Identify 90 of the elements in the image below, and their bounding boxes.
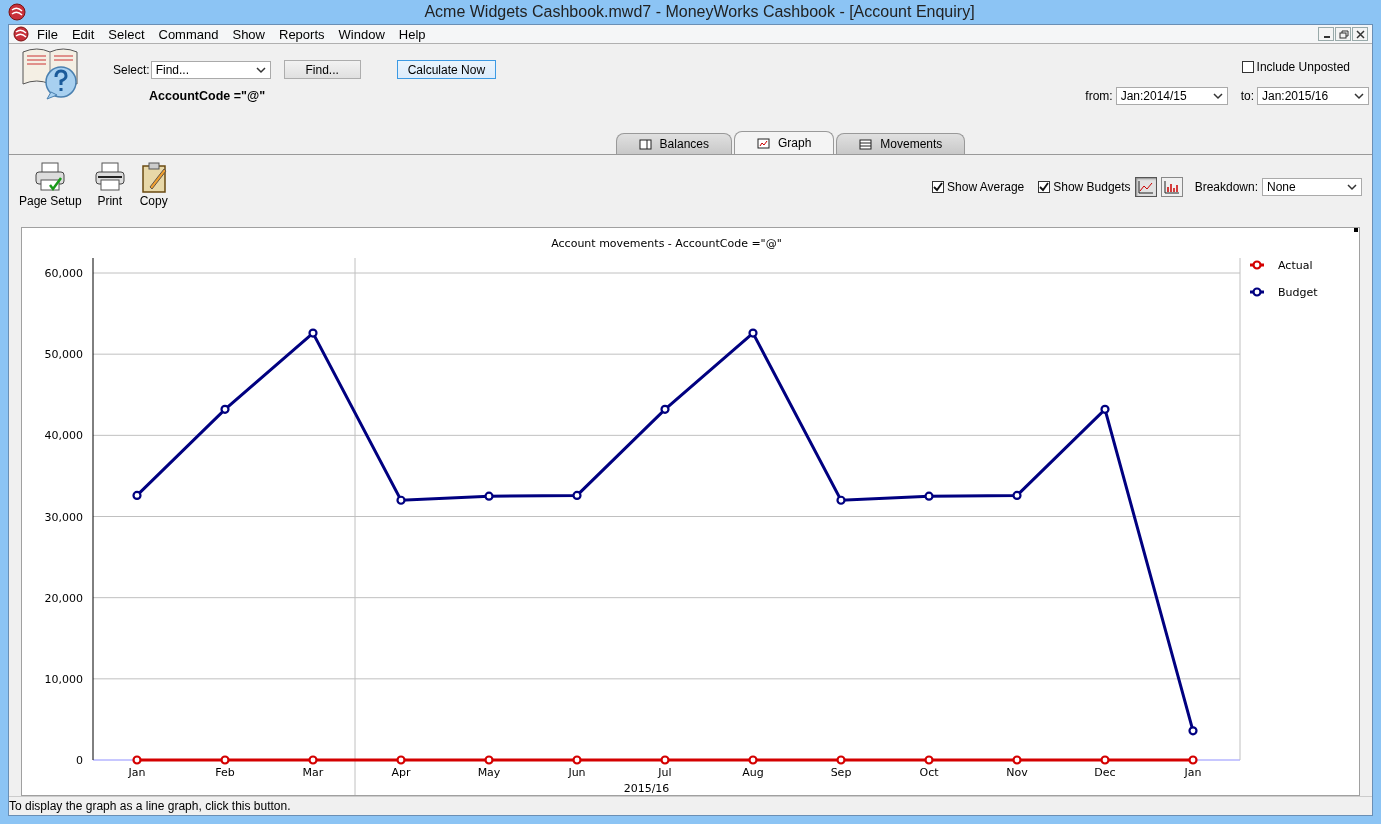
tab[interactable]: Graph xyxy=(734,131,835,154)
x-axis-label: Feb xyxy=(215,766,235,779)
x-axis-label: May xyxy=(477,766,501,779)
checkbox-label: Include Unposted xyxy=(1256,60,1350,74)
data-point xyxy=(572,755,582,765)
data-point xyxy=(836,495,846,505)
data-point xyxy=(572,490,582,500)
show-budgets-checkbox[interactable] xyxy=(1038,181,1051,193)
data-point xyxy=(748,755,758,765)
data-point xyxy=(396,755,406,765)
legend-label: Actual xyxy=(1278,259,1313,272)
y-axis-label: 50,000 xyxy=(44,348,83,362)
data-point xyxy=(132,490,142,500)
menu-item[interactable]: Edit xyxy=(65,26,101,42)
x-axis-label: Jan xyxy=(128,766,146,779)
data-point xyxy=(220,404,230,414)
legend-label: Budget xyxy=(1278,286,1318,299)
chart-icon xyxy=(757,137,770,149)
from-dropdown[interactable]: Jan:2014/15 xyxy=(1115,87,1228,105)
toolbar-button[interactable]: Page Setup xyxy=(17,161,84,208)
breakdown-label: Breakdown: xyxy=(1194,180,1258,194)
data-point xyxy=(1188,755,1198,765)
y-axis-label: 0 xyxy=(76,754,83,767)
x-axis-title: 2015/16 xyxy=(623,782,670,795)
data-point xyxy=(924,491,934,501)
chart-title: Account movements - AccountCode ="@" xyxy=(551,237,782,250)
tab[interactable]: Balances xyxy=(615,133,732,154)
from-label: from: xyxy=(1085,89,1113,103)
panel-icon xyxy=(859,138,873,150)
x-axis-label: Dec xyxy=(1094,766,1116,779)
y-axis-label: 60,000 xyxy=(44,267,83,280)
x-axis-label: Nov xyxy=(1006,766,1028,779)
tab[interactable]: Movements xyxy=(836,133,966,154)
y-axis-label: 30,000 xyxy=(44,510,83,524)
to-label: to: xyxy=(1240,89,1254,103)
select-dropdown[interactable]: Find... xyxy=(150,60,271,79)
data-point xyxy=(1188,726,1198,736)
printer-check-icon xyxy=(34,161,67,193)
data-point xyxy=(1100,755,1110,765)
menu-item[interactable]: Select xyxy=(102,26,151,42)
data-point xyxy=(924,755,934,765)
printer-icon xyxy=(93,161,126,193)
data-point xyxy=(308,755,318,765)
menu-item[interactable]: Show xyxy=(226,26,271,42)
x-axis-label: Aug xyxy=(742,766,764,779)
app-logo-icon[interactable] xyxy=(13,26,29,42)
to-dropdown[interactable]: Jan:2015/16 xyxy=(1257,87,1369,105)
data-point xyxy=(836,755,846,765)
search-criteria: AccountCode ="@" xyxy=(149,89,267,103)
x-axis-label: Sep xyxy=(830,766,852,779)
data-point xyxy=(1012,755,1022,765)
data-point xyxy=(396,495,406,505)
data-point xyxy=(132,755,142,765)
x-axis-label: Oct xyxy=(919,766,939,779)
x-axis-label: Mar xyxy=(302,766,324,779)
checkbox-label: Show Average xyxy=(947,180,1025,194)
y-axis-label: 20,000 xyxy=(44,591,83,605)
data-point xyxy=(484,491,494,501)
data-point xyxy=(1100,404,1110,414)
menu-item[interactable]: Help xyxy=(392,26,432,42)
x-axis-label: Jan xyxy=(1184,766,1202,779)
x-axis-label: Apr xyxy=(391,766,411,779)
calculate-now-button[interactable]: Calculate Now xyxy=(396,60,496,79)
find-button[interactable]: Find... xyxy=(283,60,361,79)
data-point xyxy=(1012,490,1022,500)
x-axis-label: Jun xyxy=(568,766,586,779)
toolbar-button[interactable]: Print xyxy=(91,161,128,208)
status-bar: To display the graph as a line graph, click this button. xyxy=(9,796,1372,815)
data-point xyxy=(220,755,230,765)
toolbar-button[interactable]: Copy xyxy=(135,161,172,208)
show-average-checkbox[interactable] xyxy=(932,181,945,193)
data-point xyxy=(660,755,670,765)
app-logo-icon xyxy=(8,3,26,21)
menu-item[interactable]: Reports xyxy=(273,26,331,42)
x-axis-label: Jul xyxy=(658,766,672,779)
y-axis-label: 10,000 xyxy=(44,672,83,686)
y-axis-label: 40,000 xyxy=(44,429,83,443)
menu-item[interactable]: Command xyxy=(152,26,225,42)
data-point xyxy=(660,404,670,414)
menu-item[interactable]: Window xyxy=(332,26,391,42)
data-point xyxy=(484,755,494,765)
menu-item[interactable]: File xyxy=(31,26,64,42)
data-point xyxy=(748,328,758,338)
window-title: Acme Widgets Cashbook.mwd7 - MoneyWorks Cashbook - [Account Enquiry] xyxy=(423,3,976,21)
select-label: Select: xyxy=(113,62,150,77)
include-unposted-checkbox[interactable] xyxy=(1241,61,1254,73)
checkbox-label: Show Budgets xyxy=(1053,180,1131,194)
panel-icon xyxy=(638,138,652,150)
breakdown-dropdown[interactable]: None xyxy=(1262,178,1362,196)
data-point xyxy=(308,328,318,338)
